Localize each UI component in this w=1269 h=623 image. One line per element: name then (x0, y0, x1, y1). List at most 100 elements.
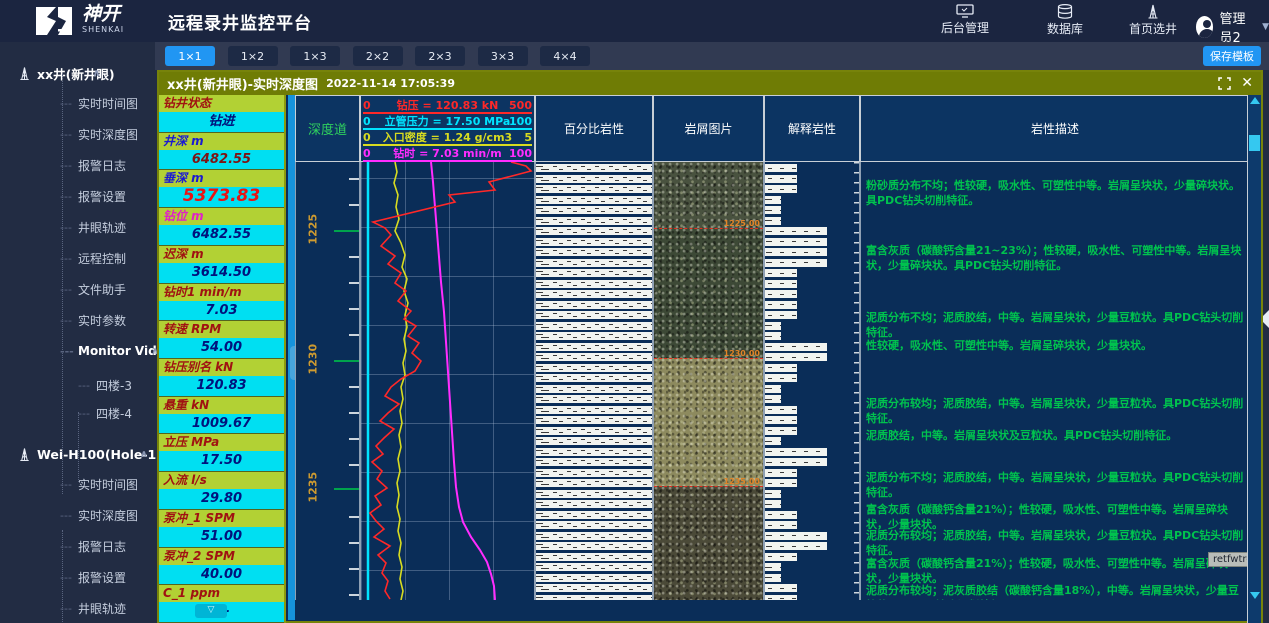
interp-lithology-bar (765, 238, 827, 246)
interp-lithology-bar (765, 269, 797, 277)
param-钻井状态: 钻井状态钻进 (159, 95, 284, 133)
layout-tab-2×3[interactable]: 2×3 (415, 46, 465, 66)
sidebar-item-文件助手[interactable]: ---文件助手 (0, 278, 126, 300)
interp-lithology-bar (765, 385, 781, 393)
chevron-down-icon: ▼ (1262, 22, 1269, 32)
param-label: 钻压别名 kN (159, 359, 284, 376)
depth-track-header: 深度道 (295, 95, 360, 162)
interp-lithology-bar (765, 185, 797, 193)
derrick-icon (18, 447, 31, 462)
sidebar-item-实时参数[interactable]: ---实时参数 (0, 309, 126, 331)
param-C_1: C_1 ppm---▽ (159, 585, 284, 623)
save-template-button[interactable]: 保存模板 (1203, 46, 1261, 66)
lithology-symbol-row (536, 374, 652, 382)
interp-lithology-bar (765, 175, 797, 183)
vertical-scrollbar[interactable] (1247, 95, 1261, 623)
interp-lithology-bar (765, 490, 781, 498)
lithology-symbol-row (536, 248, 652, 256)
lithology-symbol-row (536, 448, 652, 456)
user-menu[interactable]: 管理员2 ▼ (1196, 8, 1269, 46)
param-value: 5373.83 (159, 187, 284, 207)
depth-tick-minor (349, 568, 360, 570)
sidebar-item-报警日志[interactable]: ---报警日志 (0, 154, 126, 176)
interp-lithology-bar (765, 227, 827, 235)
sidebar-item-实时时间图[interactable]: ---实时时间图 (0, 473, 138, 495)
lithology-symbol-row (536, 563, 652, 571)
layout-tab-1×3[interactable]: 1×3 (290, 46, 340, 66)
lithology-symbol-row (536, 322, 652, 330)
param-井深: 井深 m6482.55 (159, 133, 284, 171)
nav-well-select[interactable]: 首页选井 (1118, 4, 1188, 37)
interp-lithology-bar (765, 553, 797, 561)
lithology-symbol-row (536, 385, 652, 393)
lithology-description: 泥质分布较均；泥质胶结，中等。岩屑呈块状，少量豆粒状。具PDC钻头切削特征。 (866, 528, 1244, 558)
lithology-description: 泥质分布较均；泥质胶结，中等。岩屑呈块状，少量豆粒状。具PDC钻头切削特征。 (866, 396, 1244, 426)
interp-lithology-bar (765, 364, 797, 372)
app-window: 神开 SHENKAI 远程录井监控平台 后台管理 数据库 首页选井 (0, 0, 1269, 623)
layout-tab-1×2[interactable]: 1×2 (228, 46, 278, 66)
param-dropdown-button[interactable]: ▽ (195, 604, 227, 618)
param-value: ---▽ (159, 602, 284, 622)
lithology-symbol-row (536, 196, 652, 204)
sidebar-item-四楼-3[interactable]: ---四楼-3 (0, 374, 132, 396)
param-label: 垂深 m (159, 170, 284, 187)
sidebar-item-报警日志[interactable]: ---报警日志 (0, 535, 126, 557)
lithology-symbol-row (536, 332, 652, 340)
curve-legend-钻压: 0钻压 = 120.83 kN500 (363, 98, 532, 114)
avatar (1196, 16, 1213, 38)
sidebar-item-实时深度图[interactable]: ---实时深度图 (0, 123, 138, 145)
param-value: 1009.67 (159, 414, 284, 434)
close-icon[interactable]: ✕ (1241, 76, 1253, 90)
sidebar-well-xx井(新井眼)[interactable]: xx井(新井眼)∧ (0, 62, 115, 84)
well-tree-sidebar: xx井(新井眼)∧ ---实时时间图 ---实时深度图 ---报警日志 ---报警设置 -… (0, 42, 155, 623)
param-value: 40.00 (159, 565, 284, 585)
lithology-symbol-row (536, 301, 652, 309)
param-label: C_1 ppm (159, 585, 284, 602)
layout-tab-1×1[interactable]: 1×1 (165, 46, 215, 66)
percent-lithology-track (535, 162, 653, 600)
param-钻压别名: 钻压别名 kN120.83 (159, 359, 284, 397)
nav-database[interactable]: 数据库 (1030, 4, 1100, 37)
sidebar-item-井眼轨迹[interactable]: ---井眼轨迹 (0, 597, 126, 619)
interp-ruler-ticks (854, 162, 859, 600)
interp-lithology-bar (765, 437, 781, 445)
param-label: 井深 m (159, 133, 284, 150)
fullscreen-icon[interactable] (1218, 77, 1231, 90)
sidebar-item-报警设置[interactable]: ---报警设置 (0, 185, 126, 207)
sidebar-item-井眼轨迹[interactable]: ---井眼轨迹 (0, 216, 126, 238)
layout-tab-3×3[interactable]: 3×3 (478, 46, 528, 66)
depth-tick-minor (349, 204, 360, 206)
lithology-description: 性较硬，吸水性、可塑性中等。岩屑呈碎块状，少量块状。 (866, 338, 1244, 353)
layout-tab-4×4[interactable]: 4×4 (540, 46, 590, 66)
interp-lithology-bar (765, 206, 781, 214)
vertical-scroll-thumb[interactable] (1249, 135, 1260, 151)
photo-depth-mark: 1225.00 (654, 228, 763, 229)
interp-lithology-bar (765, 374, 797, 382)
scroll-up-icon[interactable] (1250, 97, 1260, 104)
layout-tab-2×2[interactable]: 2×2 (353, 46, 403, 66)
sidebar-item-实时深度图[interactable]: ---实时深度图 (0, 504, 138, 526)
nav-backend-admin[interactable]: 后台管理 (930, 4, 1000, 36)
chevron-up-icon[interactable]: ∧ (92, 68, 100, 79)
lithology-symbol-row (536, 511, 652, 519)
param-value: 17.50 (159, 451, 284, 471)
interp-lithology-bar (765, 164, 797, 172)
scroll-down-icon[interactable] (1250, 592, 1260, 599)
interp-lithology-bar (765, 511, 797, 519)
lithology-symbol-row (536, 542, 652, 550)
tooltip: retfwtrey (1208, 552, 1250, 567)
chevron-up-icon[interactable]: ∧ (140, 449, 148, 460)
lithology-symbol-row (536, 206, 652, 214)
param-value: 7.03 (159, 301, 284, 321)
monitor-icon (956, 4, 974, 18)
sidebar-item-报警设置[interactable]: ---报警设置 (0, 566, 126, 588)
param-label: 泵冲_2 SPM (159, 548, 284, 565)
param-立压: 立压 MPa17.50 (159, 434, 284, 472)
sidebar-group-Monitor Video[interactable]: ---Monitor Video∧ (0, 340, 173, 362)
sidebar-well-Wei-H100(Hole-1)[interactable]: Wei-H100(Hole-1)∧ (0, 443, 162, 465)
sidebar-item-四楼-4[interactable]: ---四楼-4 (0, 402, 132, 424)
sidebar-item-远程控制[interactable]: ---远程控制 (0, 247, 126, 269)
interp-lithology-bar (765, 500, 781, 508)
sidebar-item-实时时间图[interactable]: ---实时时间图 (0, 92, 138, 114)
photo-depth-mark: 1230.00 (654, 358, 763, 359)
